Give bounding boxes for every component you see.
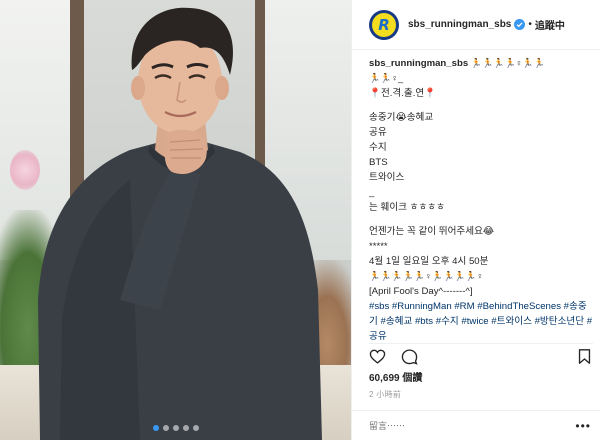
comment-icon: [401, 349, 418, 365]
save-button[interactable]: [576, 348, 593, 365]
follow-button[interactable]: 追蹤中: [535, 17, 565, 32]
post-sidebar: R sbs_runningman_sbs • 追蹤中 sbs_runningma…: [351, 0, 600, 440]
caption-line: 🏃🏃🏃🏃🏃♀🏃🏃🏃🏃♀: [369, 271, 484, 281]
more-icon[interactable]: •••: [575, 419, 591, 433]
caption-line: 는 훼이크 ㅎㅎㅎㅎ: [369, 202, 445, 213]
caption-line: 언젠가는 꼭 같이 뛰어주세요😂: [369, 226, 495, 237]
caption-username[interactable]: sbs_runningman_sbs: [369, 58, 468, 69]
header-username[interactable]: sbs_runningman_sbs: [408, 19, 511, 30]
caption-line: *****: [369, 241, 388, 252]
carousel-dot[interactable]: [182, 425, 189, 431]
avatar[interactable]: R: [369, 9, 399, 40]
carousel-dot[interactable]: [172, 425, 179, 431]
separator-dot: •: [528, 19, 532, 30]
heart-icon: [369, 349, 386, 364]
post-timestamp[interactable]: 2 小時前: [369, 389, 401, 400]
caption-hashtags[interactable]: #sbs #RunningMan #RM #BehindTheScenes #송…: [369, 299, 595, 340]
caption-line: BTS: [369, 157, 388, 168]
action-bar: [369, 343, 593, 365]
person-figure: [38, 7, 322, 440]
post-caption: sbs_runningman_sbs 🏃🏃🏃🏃♀🏃🏃 🏃🏃♀_ 📍전.격.출.연…: [369, 56, 595, 340]
post-header: R sbs_runningman_sbs • 追蹤中: [352, 0, 600, 50]
carousel-dot[interactable]: [152, 425, 159, 431]
comment-bar: •••: [352, 410, 600, 440]
carousel-dots[interactable]: [0, 425, 351, 431]
carousel-dot[interactable]: [192, 425, 199, 431]
caption-line: 🏃🏃♀_: [369, 73, 404, 83]
caption-emoji: 🏃🏃🏃🏃♀🏃🏃: [470, 58, 545, 68]
caption-line: _: [369, 187, 375, 198]
likes-count[interactable]: 60,699 個讚: [369, 369, 422, 384]
caption-line: 수지: [369, 142, 387, 153]
caption-line: 공유: [369, 127, 387, 138]
caption-line: 📍전.격.출.연📍: [369, 88, 437, 99]
caption-line: [April Fool's Day^-------^]: [369, 286, 473, 297]
caption-line: 트와이스: [369, 172, 405, 183]
caption-line: 4월 1일 일요일 오후 4시 50분: [369, 256, 489, 267]
avatar-logo: R: [372, 12, 396, 37]
like-button[interactable]: [369, 348, 386, 365]
bookmark-icon: [578, 349, 591, 364]
post-photo[interactable]: [0, 0, 351, 440]
verified-icon: [514, 19, 526, 30]
comment-button[interactable]: [401, 348, 418, 365]
caption-line: 송중기😭송혜교: [369, 112, 434, 123]
comment-input[interactable]: [369, 420, 576, 431]
carousel-dot[interactable]: [162, 425, 169, 431]
